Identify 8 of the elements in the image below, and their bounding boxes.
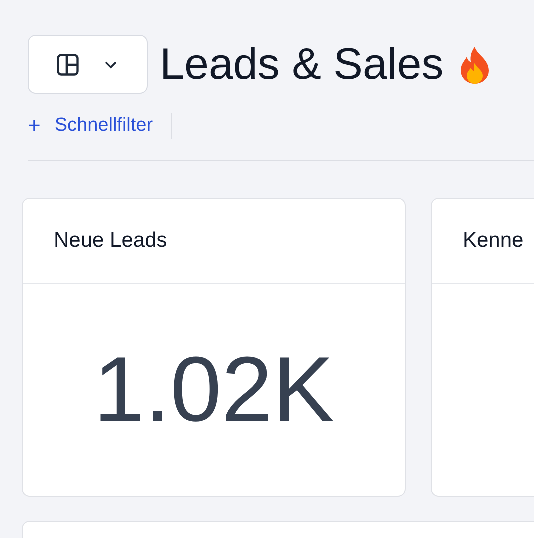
metric-value: 1.02K (94, 344, 334, 436)
page-title: Leads & Sales (160, 42, 444, 86)
card-title: Kenne (463, 228, 524, 254)
plus-icon: + (28, 115, 41, 137)
quick-filter-button[interactable]: + Schnellfilter (28, 112, 172, 140)
card-title: Neue Leads (54, 228, 168, 254)
layout-icon (55, 52, 81, 78)
layout-menu-button[interactable] (28, 35, 148, 94)
